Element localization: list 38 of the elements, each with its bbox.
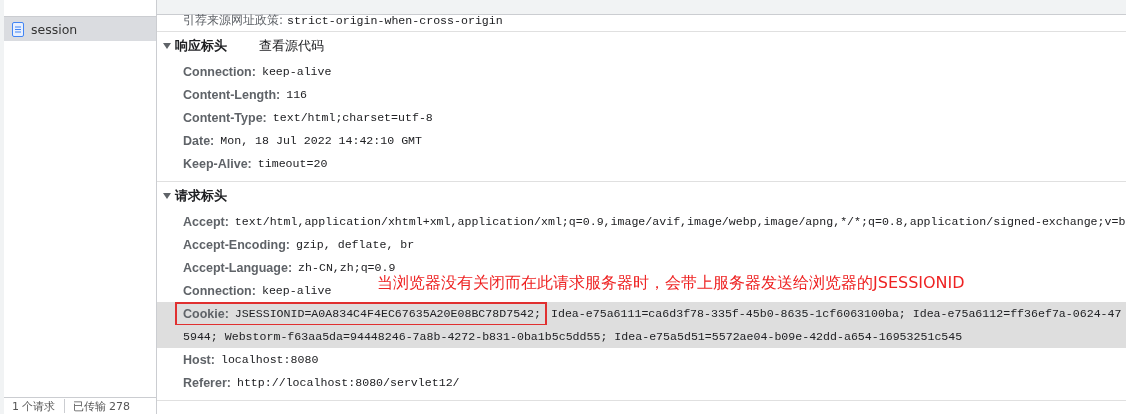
- header-value: 116: [286, 88, 308, 101]
- header-value: timeout=20: [257, 157, 328, 170]
- header-name: Host:: [183, 352, 215, 367]
- header-name: Connection:: [183, 64, 256, 79]
- section-header[interactable]: 请求标头: [175, 187, 227, 205]
- header-value: keep-alive: [261, 284, 332, 297]
- header-name: 引荐来源网址政策:: [183, 12, 284, 29]
- header-name: Accept-Encoding:: [183, 237, 290, 252]
- header-value: zh-CN,zh;q=0.9: [298, 261, 396, 274]
- header-value: strict-origin-when-cross-origin: [287, 14, 503, 27]
- header-name: Keep-Alive:: [183, 156, 252, 171]
- header-name: Connection:: [183, 283, 256, 298]
- header-value: text/html;charset=utf-8: [272, 111, 433, 124]
- view-source-link[interactable]: 查看源代码: [259, 37, 324, 55]
- header-value: Idea-e75a6111=ca6d3f78-335f-45b0-8635-1cf6063100ba; Idea-e75a6112=ff36ef7a-0624-47: [550, 307, 1122, 320]
- document-icon: [12, 21, 24, 37]
- status-text: 已传输 278: [72, 398, 130, 414]
- header-value: 5944; Webstorm-f63aa5da=94448246-7a8b-4272-b831-0ba1b5c5dd55; Idea-e75a5d51=5572ae04-b09e-42dd-a654-16953251c545: [183, 330, 963, 343]
- header-name: Accept:: [183, 214, 229, 229]
- header-value: JSESSIONID=A0A834C4F4EC67635A20E08BC78D7542;: [234, 307, 541, 320]
- header-name: Content-Length:: [183, 87, 281, 102]
- disclosure-triangle-icon[interactable]: [163, 43, 171, 49]
- header-value: gzip, deflate, br: [295, 238, 415, 251]
- request-item[interactable]: session: [4, 17, 156, 41]
- status-text: 1 个请求: [12, 398, 56, 414]
- header-value: keep-alive: [261, 65, 332, 78]
- disclosure-triangle-icon[interactable]: [163, 193, 171, 199]
- header-name: Content-Type:: [183, 110, 267, 125]
- header-value: localhost:8080: [220, 353, 319, 366]
- header-value: Mon, 18 Jul 2022 14:42:10 GMT: [220, 134, 423, 147]
- header-value: http://localhost:8080/servlet12/: [236, 376, 460, 389]
- header-value: text/html,application/xhtml+xml,application/xml;q=0.9,image/avif,image/webp,image/apng,*/*;q=0.8,application/signed-exchange;v=b: [234, 215, 1126, 228]
- header-name: Cookie:: [183, 306, 229, 321]
- header-name: Referer:: [183, 375, 231, 390]
- header-name: Accept-Language:: [183, 260, 293, 275]
- header-name: Date:: [183, 133, 215, 148]
- annotation-text: 当浏览器没有关闭而在此请求服务器时，会带上服务器发送给浏览器的JSESSIONID: [377, 273, 965, 294]
- section-header[interactable]: 响应标头: [175, 37, 227, 55]
